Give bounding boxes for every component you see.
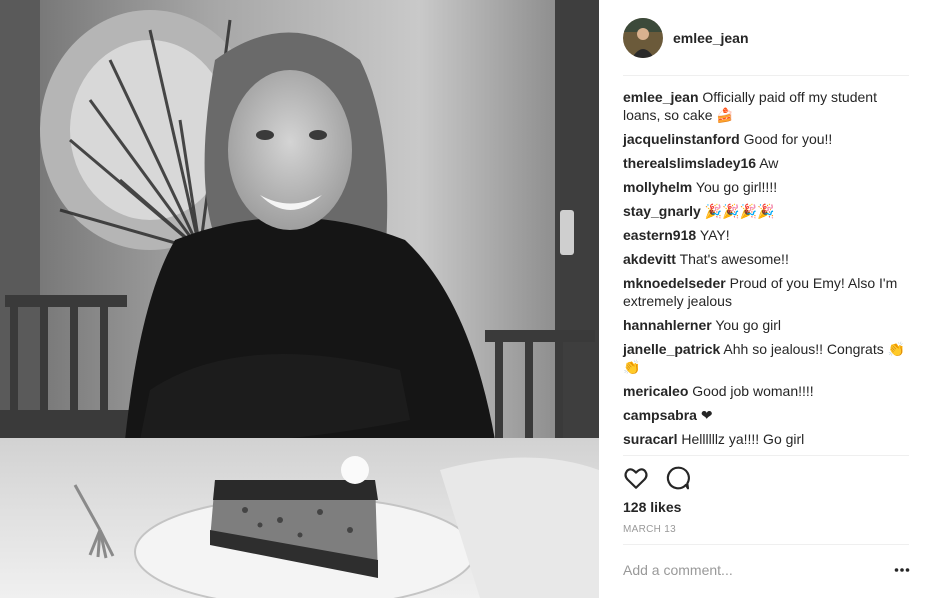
comment-item: janelle_patrick Ahh so jealous!! Congrat… <box>623 340 913 376</box>
comment-text: That's awesome!! <box>679 251 789 267</box>
actions-divider <box>623 544 909 545</box>
comment-username[interactable]: janelle_patrick <box>623 341 720 357</box>
post-details-panel: emlee_jean emlee_jean Officially paid of… <box>599 0 932 598</box>
comment-text: 🎉🎉🎉🎉 <box>704 203 775 219</box>
comment-item: mknoedelseder Proud of you Emy! Also I'm… <box>623 274 913 310</box>
comment-text: YAY! <box>699 227 730 243</box>
comment-item: eastern918 YAY! <box>623 226 913 244</box>
comment-item: mericaleo Good job woman!!!! <box>623 382 913 400</box>
comment-username[interactable]: eastern918 <box>623 227 696 243</box>
comment-item: akdevitt That's awesome!! <box>623 250 913 268</box>
comment-item: emlee_jean Officially paid off my studen… <box>623 88 913 124</box>
comment-username[interactable]: mericaleo <box>623 383 688 399</box>
comment-item: campsabra ❤ <box>623 406 913 424</box>
add-comment-input[interactable] <box>623 562 873 578</box>
comment-item: stay_gnarly 🎉🎉🎉🎉 <box>623 202 913 220</box>
comment-text: Hellllllz ya!!!! Go girl <box>681 431 805 447</box>
comment-username[interactable]: mollyhelm <box>623 179 692 195</box>
comment-item: jacquelinstanford Good for you!! <box>623 130 913 148</box>
comment-item: hannahlerner You go girl <box>623 316 913 334</box>
comments-divider <box>623 455 909 456</box>
comment-item: suracarl Hellllllz ya!!!! Go girl <box>623 430 913 448</box>
post-date: MARCH 13 <box>623 524 676 535</box>
heart-icon[interactable] <box>623 465 649 491</box>
comment-text: Good job woman!!!! <box>692 383 814 399</box>
more-options-icon[interactable] <box>894 566 910 574</box>
comment-text: ❤ <box>700 407 713 423</box>
comment-username[interactable]: therealslimsladey16 <box>623 155 756 171</box>
comment-bubble-icon[interactable] <box>665 465 691 491</box>
post-photo <box>0 0 599 598</box>
comment-username[interactable]: mknoedelseder <box>623 275 726 291</box>
comment-item: mollyhelm You go girl!!!! <box>623 178 913 196</box>
comment-username[interactable]: suracarl <box>623 431 677 447</box>
comment-text: You go girl!!!! <box>695 179 778 195</box>
avatar[interactable] <box>623 18 663 58</box>
photo-illustration <box>0 0 599 598</box>
likes-count[interactable]: 128 likes <box>623 499 681 515</box>
post-header: emlee_jean <box>623 17 909 59</box>
comments-list: emlee_jean Officially paid off my studen… <box>623 88 913 454</box>
comment-username[interactable]: campsabra <box>623 407 697 423</box>
comment-text: You go girl <box>715 317 781 333</box>
comment-text: Good for you!! <box>743 131 833 147</box>
comment-username[interactable]: hannahlerner <box>623 317 712 333</box>
comment-item: therealslimsladey16 Aw <box>623 154 913 172</box>
comment-text: Aw <box>759 155 779 171</box>
header-divider <box>623 75 909 76</box>
comment-username[interactable]: stay_gnarly <box>623 203 701 219</box>
avatar-image <box>623 18 663 58</box>
post-author-username[interactable]: emlee_jean <box>673 30 749 46</box>
comment-username[interactable]: emlee_jean <box>623 89 699 105</box>
post-actions <box>623 465 691 491</box>
comment-username[interactable]: jacquelinstanford <box>623 131 740 147</box>
comment-username[interactable]: akdevitt <box>623 251 676 267</box>
